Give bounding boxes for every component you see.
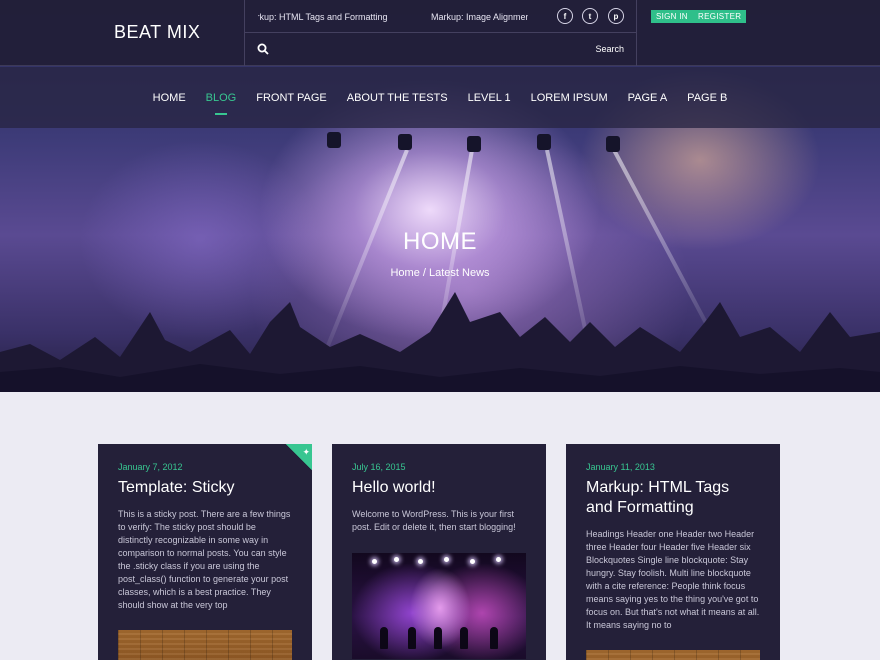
post-card[interactable]: January 11, 2013 Markup: HTML Tags and F… [566, 444, 780, 660]
search-input[interactable]: Search [560, 44, 624, 54]
stage-light [467, 136, 481, 152]
post-thumbnail[interactable] [586, 650, 760, 660]
performer [380, 627, 388, 649]
stage-bulb [470, 559, 475, 564]
facebook-icon[interactable]: f [557, 8, 573, 24]
main-navigation: HOME BLOG FRONT PAGE ABOUT THE TESTS LEV… [0, 67, 880, 128]
post-title[interactable]: Template: Sticky [118, 478, 292, 498]
stage-light [398, 134, 412, 150]
nav-item-page-a[interactable]: PAGE A [618, 88, 678, 108]
nav-item-level-1[interactable]: LEVEL 1 [458, 88, 521, 108]
register-button[interactable]: REGISTER [693, 10, 747, 23]
stage-bulb [394, 557, 399, 562]
post-thumbnail[interactable] [118, 630, 292, 660]
post-card[interactable]: July 16, 2015 Hello world! Welcome to Wo… [332, 444, 546, 660]
stage-light [537, 134, 551, 150]
stage-bulb [418, 559, 423, 564]
ticker-item[interactable]: Markup: Image Alignment [431, 12, 528, 22]
divider [244, 0, 245, 66]
divider [636, 0, 637, 66]
post-card-sticky[interactable]: ✦ January 7, 2012 Template: Sticky This … [98, 444, 312, 660]
stage-light [606, 136, 620, 152]
sign-in-button[interactable]: SIGN IN [651, 10, 693, 23]
nav-item-about-the-tests[interactable]: ABOUT THE TESTS [337, 88, 458, 108]
stage-bulb [496, 557, 501, 562]
performer [408, 627, 416, 649]
performer [490, 627, 498, 649]
stage-light [327, 132, 341, 148]
performer [460, 627, 468, 649]
nav-item-blog[interactable]: BLOG [196, 88, 247, 115]
performer [434, 627, 442, 649]
crowd-silhouette [0, 292, 880, 392]
post-title[interactable]: Hello world! [352, 478, 526, 498]
nav-item-lorem-ipsum[interactable]: LOREM IPSUM [521, 88, 618, 108]
stage-bulb [444, 557, 449, 562]
page-title: HOME [403, 228, 477, 255]
post-excerpt: Welcome to WordPress. This is your first… [352, 509, 516, 532]
post-date[interactable]: January 11, 2013 [586, 462, 760, 472]
pinterest-icon[interactable]: p [608, 8, 624, 24]
news-ticker: Markup: HTML Tags and Formatting Markup:… [258, 0, 528, 32]
post-date[interactable]: July 16, 2015 [352, 462, 526, 472]
breadcrumb: Home / Latest News [390, 267, 490, 279]
post-excerpt: Headings Header one Header two Header th… [586, 529, 760, 630]
divider [244, 32, 636, 33]
post-excerpt: This is a sticky post. There are a few t… [118, 509, 291, 610]
search-icon[interactable] [257, 43, 269, 55]
pin-icon: ✦ [302, 447, 310, 457]
twitter-icon[interactable]: t [582, 8, 598, 24]
nav-item-front-page[interactable]: FRONT PAGE [246, 88, 337, 108]
post-title[interactable]: Markup: HTML Tags and Formatting [586, 478, 760, 518]
top-header: BEAT MIX Markup: HTML Tags and Formattin… [0, 0, 880, 66]
sticky-badge: ✦ [286, 444, 312, 470]
nav-item-home[interactable]: HOME [143, 88, 196, 108]
nav-item-page-b[interactable]: PAGE B [677, 88, 737, 108]
post-thumbnail[interactable] [352, 553, 526, 659]
stage-bulb [372, 559, 377, 564]
post-date[interactable]: January 7, 2012 [118, 462, 292, 472]
ticker-item[interactable]: Markup: HTML Tags and Formatting [258, 12, 388, 22]
site-logo[interactable]: BEAT MIX [114, 22, 200, 43]
